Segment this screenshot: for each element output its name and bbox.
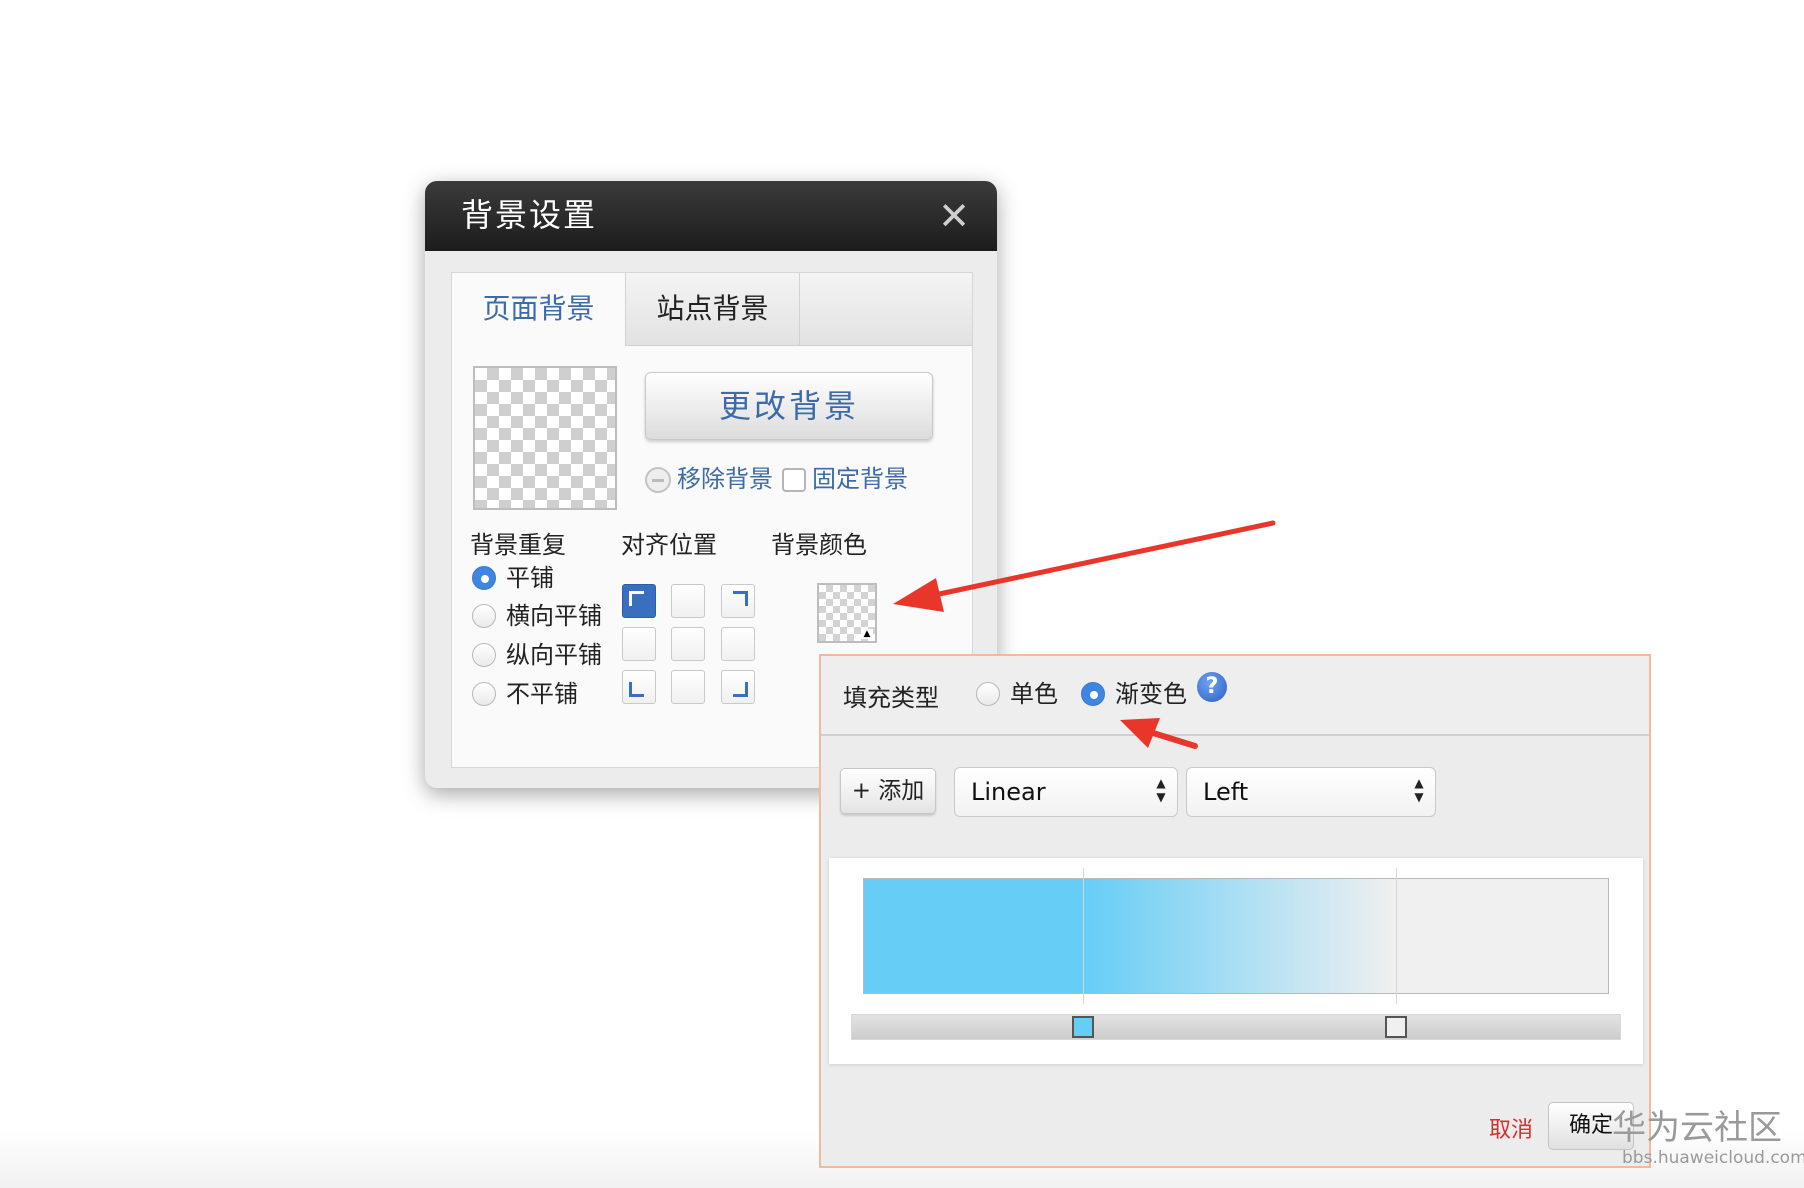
watermark-sub-text: bbs.huaweicloud.com [1622, 1148, 1804, 1168]
annotation-arrows [893, 520, 1276, 749]
arrow-to-gradient-radio [1120, 718, 1198, 749]
arrow-to-color-swatch [893, 520, 1276, 612]
watermark-main-text: 华为云社区 [1612, 1108, 1782, 1148]
watermark: 华为云社区 bbs.huaweicloud.com [1612, 1108, 1804, 1168]
